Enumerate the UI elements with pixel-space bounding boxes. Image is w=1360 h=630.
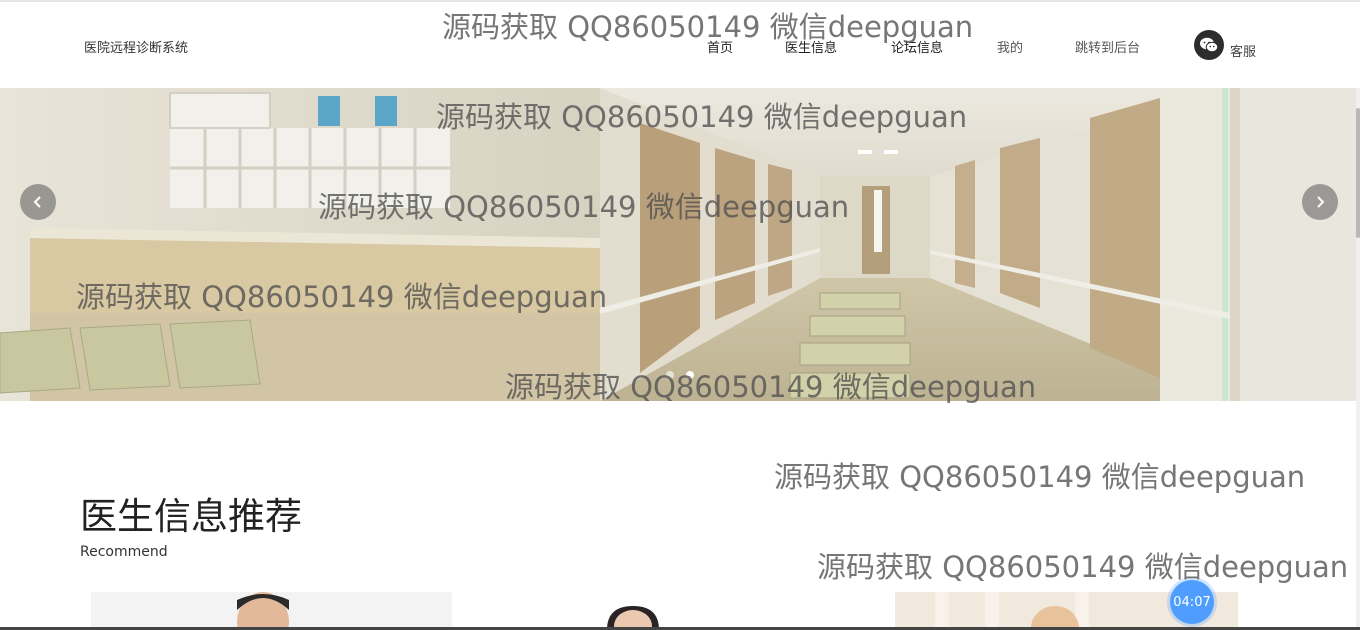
scrollbar-thumb[interactable] [1356,108,1360,238]
banner-dot-1[interactable] [666,371,674,379]
watermark-text: 源码获取 QQ86050149 微信deepguan [817,550,1349,584]
watermark-text: 源码获取 QQ86050149 微信deepguan [774,460,1306,494]
section-subtitle: Recommend [80,544,168,560]
nav-admin[interactable]: 跳转到后台 [1075,37,1140,56]
site-brand[interactable]: 医院远程诊断系统 [84,37,188,56]
chevron-right-icon [1317,196,1325,208]
nav-forum-info[interactable]: 论坛信息 [891,37,943,56]
top-header: 医院远程诊断系统 首页 医生信息 论坛信息 我的 跳转到后台 客服 [0,0,1360,88]
doctor-card-1[interactable] [91,592,452,630]
banner-pagination [666,371,694,379]
page: 医院远程诊断系统 首页 医生信息 论坛信息 我的 跳转到后台 客服 医生信息推荐… [0,0,1360,630]
hospital-corridor-image [0,88,1358,401]
banner-next-button[interactable] [1302,184,1338,220]
section-title: 医生信息推荐 [80,495,302,538]
page-scrollbar[interactable] [1356,88,1360,630]
nav-home[interactable]: 首页 [707,37,733,56]
doctor-photo-2 [493,592,854,630]
nav-doctor-info[interactable]: 医生信息 [785,37,837,56]
banner-dot-2[interactable] [686,371,694,379]
doctor-photo-1 [91,592,452,630]
customer-service[interactable]: 客服 [1194,30,1256,60]
nav-mine[interactable]: 我的 [997,37,1023,56]
service-label: 客服 [1230,44,1257,60]
wechat-icon [1194,30,1224,60]
chevron-left-icon [33,196,41,208]
banner-carousel[interactable] [0,88,1358,401]
doctor-card-2[interactable] [493,592,854,630]
countdown-timer[interactable]: 04:07 [1170,580,1214,624]
banner-prev-button[interactable] [20,184,56,220]
